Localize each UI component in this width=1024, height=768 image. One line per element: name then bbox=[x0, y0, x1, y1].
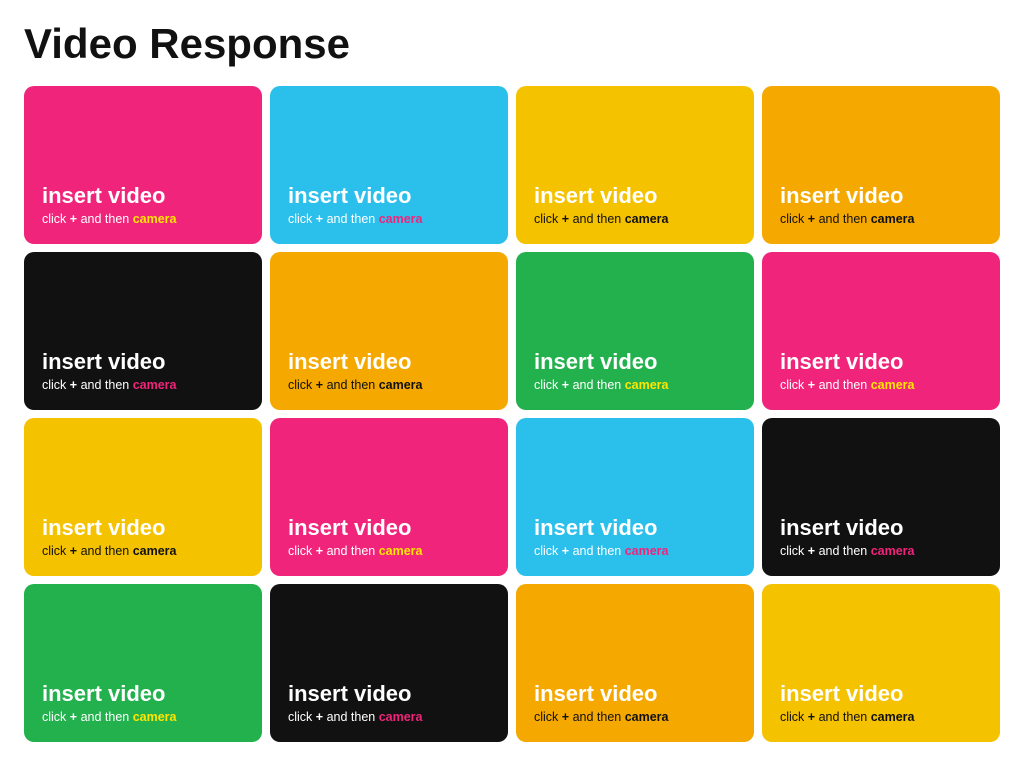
card-subtitle: click + and then camera bbox=[534, 710, 736, 724]
video-card-14[interactable]: insert video click + and then camera bbox=[270, 584, 508, 742]
card-subtitle: click + and then camera bbox=[780, 212, 982, 226]
card-subtitle: click + and then camera bbox=[534, 544, 736, 558]
video-card-3[interactable]: insert video click + and then camera bbox=[516, 86, 754, 244]
video-card-12[interactable]: insert video click + and then camera bbox=[762, 418, 1000, 576]
video-card-1[interactable]: insert video click + and then camera bbox=[24, 86, 262, 244]
card-subtitle: click + and then camera bbox=[288, 544, 490, 558]
card-subtitle: click + and then camera bbox=[42, 544, 244, 558]
video-card-5[interactable]: insert video click + and then camera bbox=[24, 252, 262, 410]
card-title: insert video bbox=[42, 350, 244, 374]
card-title: insert video bbox=[534, 516, 736, 540]
card-title: insert video bbox=[780, 682, 982, 706]
card-title: insert video bbox=[780, 350, 982, 374]
card-title: insert video bbox=[42, 516, 244, 540]
card-subtitle: click + and then camera bbox=[534, 378, 736, 392]
page-title: Video Response bbox=[24, 20, 1000, 68]
video-card-7[interactable]: insert video click + and then camera bbox=[516, 252, 754, 410]
card-subtitle: click + and then camera bbox=[42, 710, 244, 724]
video-card-8[interactable]: insert video click + and then camera bbox=[762, 252, 1000, 410]
video-card-13[interactable]: insert video click + and then camera bbox=[24, 584, 262, 742]
card-title: insert video bbox=[42, 682, 244, 706]
card-title: insert video bbox=[42, 184, 244, 208]
card-subtitle: click + and then camera bbox=[42, 378, 244, 392]
card-title: insert video bbox=[288, 516, 490, 540]
video-card-6[interactable]: insert video click + and then camera bbox=[270, 252, 508, 410]
card-title: insert video bbox=[288, 682, 490, 706]
video-card-11[interactable]: insert video click + and then camera bbox=[516, 418, 754, 576]
card-subtitle: click + and then camera bbox=[780, 544, 982, 558]
card-subtitle: click + and then camera bbox=[288, 710, 490, 724]
card-title: insert video bbox=[534, 184, 736, 208]
video-card-9[interactable]: insert video click + and then camera bbox=[24, 418, 262, 576]
card-title: insert video bbox=[288, 184, 490, 208]
card-title: insert video bbox=[534, 350, 736, 374]
card-subtitle: click + and then camera bbox=[780, 378, 982, 392]
video-card-4[interactable]: insert video click + and then camera bbox=[762, 86, 1000, 244]
card-subtitle: click + and then camera bbox=[42, 212, 244, 226]
card-subtitle: click + and then camera bbox=[288, 212, 490, 226]
video-card-15[interactable]: insert video click + and then camera bbox=[516, 584, 754, 742]
card-subtitle: click + and then camera bbox=[780, 710, 982, 724]
video-card-16[interactable]: insert video click + and then camera bbox=[762, 584, 1000, 742]
video-card-2[interactable]: insert video click + and then camera bbox=[270, 86, 508, 244]
card-title: insert video bbox=[288, 350, 490, 374]
card-subtitle: click + and then camera bbox=[288, 378, 490, 392]
card-title: insert video bbox=[780, 516, 982, 540]
card-title: insert video bbox=[534, 682, 736, 706]
card-subtitle: click + and then camera bbox=[534, 212, 736, 226]
video-card-10[interactable]: insert video click + and then camera bbox=[270, 418, 508, 576]
card-title: insert video bbox=[780, 184, 982, 208]
card-grid: insert videoclick + and then camerainser… bbox=[24, 86, 1000, 742]
